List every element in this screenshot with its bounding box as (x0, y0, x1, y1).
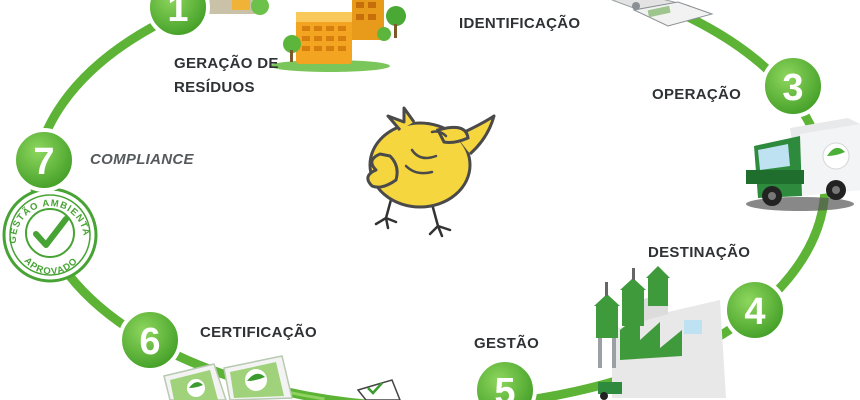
step-number-3: 3 (782, 67, 803, 109)
step-badge-7: 7 (12, 128, 76, 192)
step-number-7: 7 (33, 141, 54, 183)
step-badge-1: 1 (146, 0, 210, 39)
step-label-geracao-line-2: RESÍDUOS (174, 79, 255, 96)
clipboard-illustration (356, 379, 401, 400)
bird-mascot (366, 106, 496, 238)
step-badge-3: 3 (761, 54, 825, 118)
step-badge-5: 5 (473, 358, 537, 400)
waste-cycle-diagram: GESTÃO AMBIENTAL APROVADO 1 3 4 5 6 (0, 0, 860, 400)
step-label-geracao-line-1: GERAÇÃO DE (174, 55, 279, 72)
step-number-5: 5 (494, 371, 515, 400)
step-label-operacao: OPERAÇÃO (652, 86, 742, 103)
step-number-1: 1 (167, 0, 188, 30)
step-badge-6: 6 (118, 308, 182, 372)
step-badge-4: 4 (723, 278, 787, 342)
step-label-geracao: GERAÇÃO DE RESÍDUOS (174, 52, 279, 100)
step-label-destinacao: DESTINAÇÃO (648, 244, 751, 261)
step-label-gestao: GESTÃO (474, 335, 540, 352)
factory-illustration (594, 266, 726, 400)
step-number-4: 4 (744, 291, 765, 333)
step-label-certificacao: CERTIFICAÇÃO (200, 324, 317, 341)
truck-illustration (746, 118, 860, 211)
step-label-identificacao: IDENTIFICAÇÃO (459, 15, 581, 32)
step-number-6: 6 (139, 321, 160, 363)
step-label-compliance: COMPLIANCE (90, 151, 194, 168)
